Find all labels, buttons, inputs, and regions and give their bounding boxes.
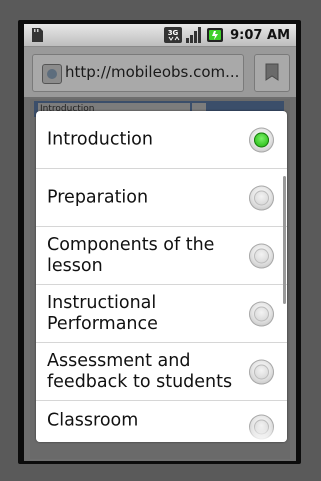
status-bar: 3G 9:07 AM <box>24 24 296 47</box>
network-type-label: 3G <box>168 29 179 37</box>
bookmark-icon <box>265 63 279 81</box>
list-item[interactable]: Assessment and feedback to students <box>36 343 287 401</box>
globe-icon <box>42 64 62 84</box>
battery-charging-icon <box>207 28 224 42</box>
list-item-label: Preparation <box>47 187 149 207</box>
list-item[interactable]: Components of the lesson <box>36 227 287 285</box>
list-item-label: Classroom <box>47 410 139 431</box>
list-item[interactable]: Introduction <box>36 111 287 169</box>
radio-button[interactable] <box>249 185 274 210</box>
radio-button[interactable] <box>249 301 274 326</box>
radio-button[interactable] <box>249 414 274 440</box>
list-item[interactable]: Classroom <box>36 401 287 442</box>
bookmark-button[interactable] <box>254 54 290 92</box>
url-field[interactable]: http://mobileobs.com... <box>32 54 244 92</box>
radio-button[interactable] <box>249 243 274 268</box>
sd-card-icon <box>32 28 43 42</box>
list-item[interactable]: Instructional Performance <box>36 285 287 343</box>
radio-button[interactable] <box>249 127 274 152</box>
section-picker-dialog: Introduction Preparation Components of t… <box>36 111 287 442</box>
list-item[interactable]: Preparation <box>36 169 287 227</box>
list-item-label: Components of the lesson <box>47 234 215 276</box>
signal-strength-icon <box>186 27 202 43</box>
url-text: http://mobileobs.com... <box>65 63 240 81</box>
list-item-label: Introduction <box>47 129 153 149</box>
scrollbar[interactable] <box>283 176 286 304</box>
network-3g-icon: 3G <box>164 27 183 43</box>
device-screen: 3G 9:07 AM http://mobileobs.com... Intro… <box>24 24 296 461</box>
list-item-label: Instructional Performance <box>47 292 158 334</box>
browser-url-bar: http://mobileobs.com... <box>24 47 296 97</box>
status-time: 9:07 AM <box>230 27 290 43</box>
list-item-label: Assessment and feedback to students <box>47 350 233 392</box>
radio-button[interactable] <box>249 359 274 384</box>
